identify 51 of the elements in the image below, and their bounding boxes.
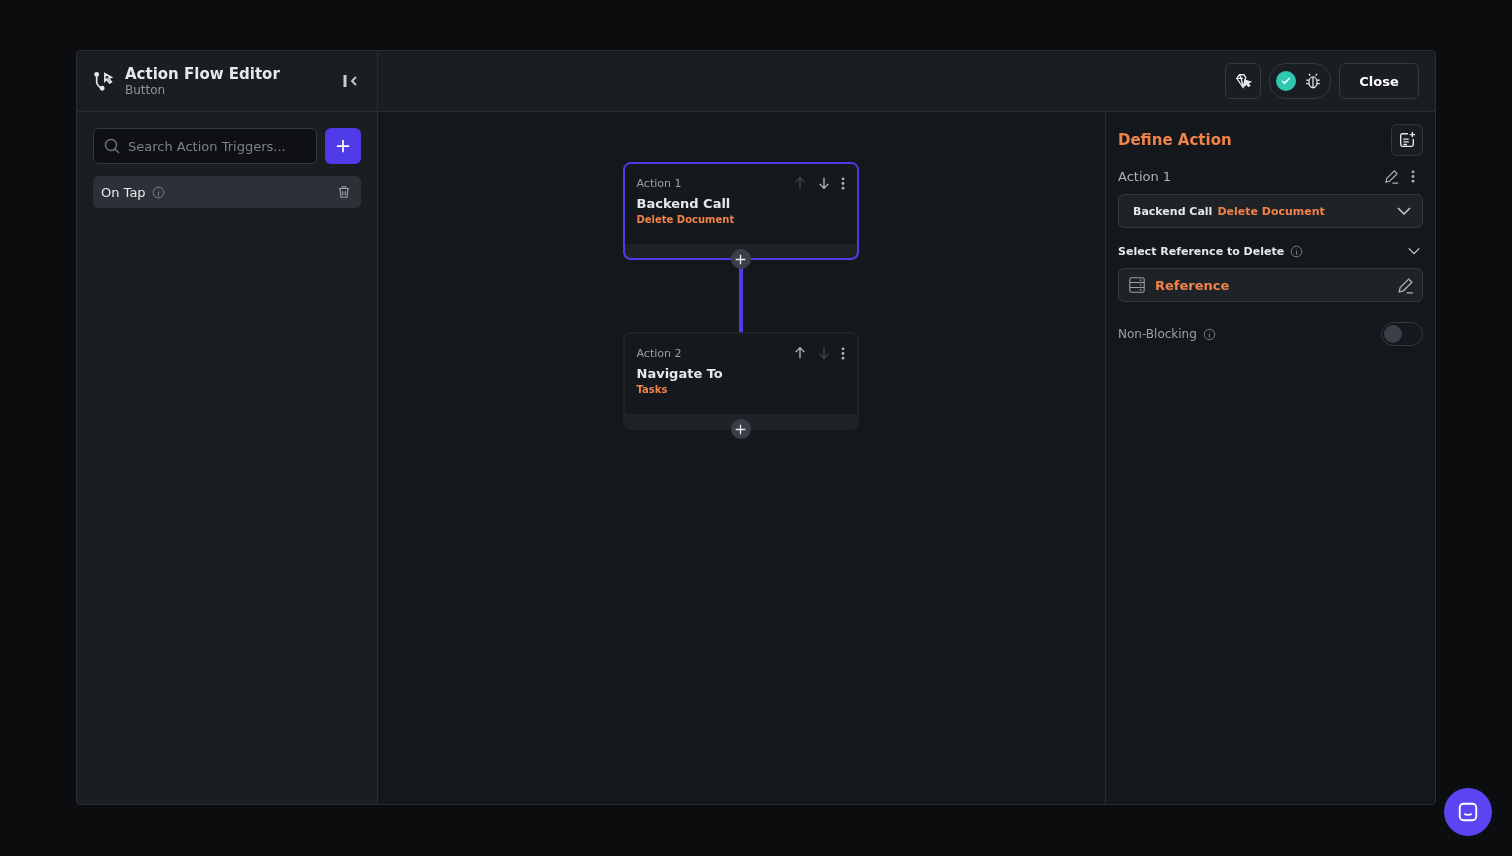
info-icon	[1202, 327, 1216, 341]
chat-icon	[1457, 801, 1479, 823]
chat-button[interactable]	[1444, 788, 1492, 836]
up-arrow-icon[interactable]	[792, 346, 807, 360]
validation-debug-toggle[interactable]	[1269, 63, 1331, 99]
action-subtitle: Delete Document	[636, 214, 736, 225]
plus-icon	[735, 253, 746, 265]
edit-icon[interactable]	[1397, 276, 1414, 294]
action-type-dropdown[interactable]: Backend Call Delete Document	[1118, 194, 1423, 228]
panel-title: Define Action	[1118, 131, 1232, 149]
action-subtype: Delete Document	[1217, 204, 1325, 218]
more-icon[interactable]	[840, 346, 845, 360]
action-card[interactable]: Action 2 Navigate To Tasks	[622, 332, 859, 430]
gem-cursor-button[interactable]	[1225, 63, 1261, 99]
flow-icon	[93, 70, 115, 92]
add-note-button[interactable]	[1391, 124, 1423, 156]
more-icon[interactable]	[840, 176, 845, 190]
action-label: Action 2	[636, 346, 682, 360]
info-icon	[1290, 244, 1304, 258]
plus-icon	[735, 423, 746, 435]
action-name: Action 1	[1118, 168, 1172, 184]
trash-icon[interactable]	[337, 185, 351, 199]
plus-icon	[336, 139, 350, 153]
non-blocking-label: Non-Blocking	[1118, 327, 1197, 341]
bug-icon	[1304, 72, 1322, 90]
reference-field[interactable]: Reference	[1118, 268, 1423, 302]
trigger-item[interactable]: On Tap	[93, 176, 361, 208]
action-card[interactable]: Action 1 Backend Call Delete Document	[622, 162, 859, 260]
action-label: Action 1	[636, 176, 682, 190]
database-icon	[1128, 276, 1146, 294]
more-icon[interactable]	[1411, 169, 1415, 183]
info-icon	[151, 185, 165, 199]
trigger-label: On Tap	[101, 184, 146, 200]
non-blocking-toggle[interactable]	[1381, 322, 1423, 346]
collapse-panel-icon[interactable]	[343, 73, 359, 89]
action-title: Backend Call	[636, 196, 732, 211]
section-label: Select Reference to Delete	[1118, 244, 1285, 258]
note-plus-icon	[1398, 131, 1416, 149]
action-title: Navigate To	[636, 366, 724, 381]
search-field[interactable]: Search Action Triggers...	[93, 128, 317, 164]
edit-icon[interactable]	[1384, 168, 1399, 184]
reference-value: Reference	[1155, 277, 1230, 293]
action-type: Backend Call	[1133, 204, 1213, 218]
editor-title: Action Flow Editor	[125, 65, 281, 83]
search-icon	[104, 138, 120, 154]
close-button[interactable]: Close	[1339, 63, 1419, 99]
editor-subtitle: Button	[125, 83, 167, 97]
add-trigger-button[interactable]	[325, 128, 361, 164]
action-subtitle: Tasks	[636, 384, 669, 395]
down-arrow-icon[interactable]	[816, 176, 831, 190]
gem-cursor-icon	[1234, 72, 1252, 90]
